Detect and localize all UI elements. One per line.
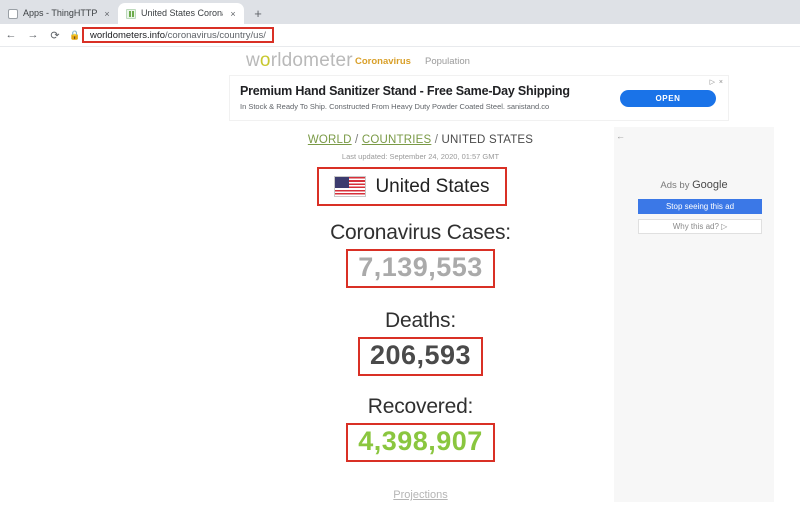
ad-sidebar: ← Ads by Google Stop seeing this ad Why … [614,127,774,502]
page-title: United States [375,175,490,197]
browser-window: Apps - ThingHTTP - ThingSp × United Stat… [0,0,800,532]
breadcrumb-sep: / [351,134,362,146]
last-updated-text: Last updated: September 24, 2020, 01:57 … [341,152,500,161]
browser-toolbar: ← → ⟳ 🔒 worldometers.info/coronavirus/co… [0,24,800,46]
browser-tab-thinghttp[interactable]: Apps - ThingHTTP - ThingSp × [0,3,118,24]
tab-title: Apps - ThingHTTP - ThingSp [23,8,97,18]
stat-label: Deaths: [385,309,456,332]
stat-value: 7,139,553 [358,252,483,282]
ad-title: Premium Hand Sanitizer Stand - Free Same… [240,84,570,98]
country-title-box: United States [317,167,507,206]
ads-by-google-label: Ads by Google [614,179,774,191]
tab-title: United States Coronavirus: 7, [141,8,223,18]
url-input[interactable]: worldometers.info/coronavirus/country/us… [82,27,274,43]
back-icon[interactable]: ← [0,24,22,46]
stat-value-box: 206,593 [357,337,484,376]
stat-value-box: 7,139,553 [346,249,495,288]
logo-accent-o: o [259,50,271,71]
site-header: worldometer Coronavirus Population [0,47,800,74]
ads-by-text: Ads by [660,180,693,191]
page-content: worldometer Coronavirus Population Premi… [0,47,800,532]
ad-open-button[interactable]: OPEN [620,90,716,107]
reload-icon[interactable]: ⟳ [44,24,66,46]
worldometer-logo[interactable]: worldometer [246,50,353,72]
stat-label: Recovered: [367,395,474,418]
tab-strip: Apps - ThingHTTP - ThingSp × United Stat… [0,0,800,24]
close-icon[interactable]: × [102,9,112,19]
ad-subtitle: In Stock & Ready To Ship. Constructed Fr… [240,102,550,111]
projections-link[interactable]: Projections [229,489,612,501]
url-domain: worldometers.info [90,29,165,41]
adchoices-icon[interactable]: ▷ × [710,78,724,86]
us-flag-icon [334,176,367,197]
stop-seeing-ad-button[interactable]: Stop seeing this ad [638,199,762,214]
stat-recovered: Recovered: 4,398,907 [229,395,612,462]
stat-deaths: Deaths: 206,593 [229,309,612,376]
worldometer-icon [126,8,136,19]
nav-coronavirus[interactable]: Coronavirus [355,56,411,67]
url-path: /coronavirus/country/us/ [164,29,266,41]
breadcrumb-countries[interactable]: COUNTRIES [362,134,432,146]
new-tab-button[interactable]: + [248,4,268,24]
flag-canton [335,177,350,188]
stat-coronavirus-cases: Coronavirus Cases: 7,139,553 [229,221,612,288]
browser-tab-worldometer[interactable]: United States Coronavirus: 7, × [118,3,244,24]
stat-label: Coronavirus Cases: [330,221,511,244]
breadcrumb-world[interactable]: WORLD [308,134,352,146]
stat-value: 206,593 [369,340,472,370]
stat-value-box: 4,398,907 [346,423,495,462]
back-arrow-icon[interactable]: ← [616,131,625,141]
close-icon[interactable]: × [228,9,238,19]
breadcrumb-current: UNITED STATES [441,134,534,146]
forward-icon[interactable]: → [22,24,44,46]
breadcrumb: WORLD / COUNTRIES / UNITED STATES [229,134,612,146]
google-wordmark: Google [692,179,728,191]
breadcrumb-sep: / [431,134,442,146]
main-column: WORLD / COUNTRIES / UNITED STATES Last u… [229,127,612,532]
address-bar[interactable]: 🔒 worldometers.info/coronavirus/country/… [68,26,274,44]
stat-value: 4,398,907 [358,426,483,456]
ad-banner[interactable]: Premium Hand Sanitizer Stand - Free Same… [229,75,729,121]
nav-population[interactable]: Population [425,56,470,67]
lock-icon: 🔒 [69,29,81,40]
blank-page-icon [8,8,18,19]
why-this-ad-button[interactable]: Why this ad? ▷ [638,219,762,234]
